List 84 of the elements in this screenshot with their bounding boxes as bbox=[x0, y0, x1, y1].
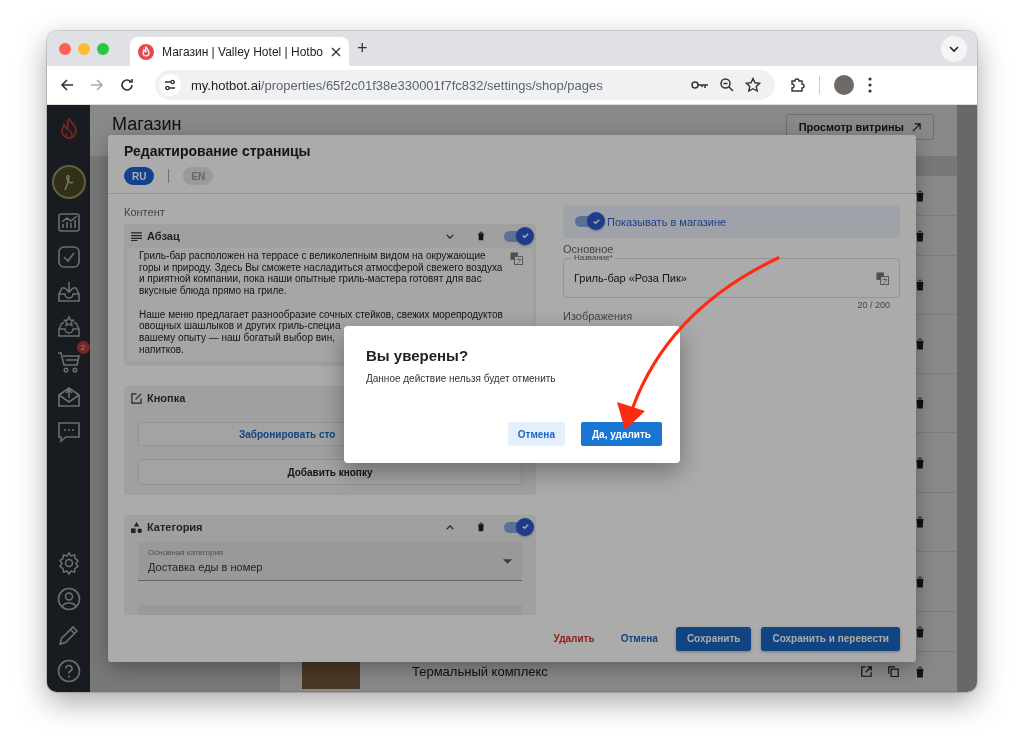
copy-icon[interactable] bbox=[888, 666, 899, 677]
close-icon[interactable] bbox=[331, 46, 342, 57]
paragraph-line: и приятной компании, пока наши опытные гриль-мастера готовят для вас bbox=[139, 273, 482, 286]
back-icon[interactable] bbox=[59, 77, 75, 93]
block-title: Кнопка bbox=[147, 392, 186, 405]
chart-icon[interactable] bbox=[56, 210, 81, 234]
check-icon bbox=[520, 522, 530, 532]
paragraph-line: горы и природу. Здесь Вы сможете насладиться атмосферой свежего воздуха bbox=[139, 261, 503, 274]
settings-icon[interactable] bbox=[56, 551, 81, 575]
site-settings-icon[interactable] bbox=[159, 74, 181, 96]
save-and-translate-button[interactable]: Сохранить и перевести bbox=[761, 626, 900, 651]
check-icon bbox=[591, 216, 601, 226]
translate-icon[interactable] bbox=[876, 271, 889, 285]
text-lines-icon bbox=[131, 231, 142, 241]
dropdown-caret-icon bbox=[503, 559, 512, 565]
trash-icon[interactable] bbox=[915, 456, 925, 469]
section-label: Контент bbox=[124, 206, 166, 218]
browser-tab[interactable]: Магазин | Valley Hotel | Hotbo bbox=[130, 37, 350, 66]
profile-avatar[interactable] bbox=[834, 75, 854, 95]
star-icon[interactable] bbox=[745, 77, 761, 93]
key-icon[interactable] bbox=[691, 79, 709, 91]
trash-icon[interactable] bbox=[477, 231, 485, 241]
cancel-button[interactable]: Отмена bbox=[507, 422, 565, 446]
trash-icon[interactable] bbox=[915, 665, 925, 678]
trash-icon[interactable] bbox=[915, 279, 925, 291]
avatar-icon[interactable] bbox=[51, 165, 86, 199]
row-title: Термальный комплекс bbox=[412, 664, 548, 679]
chevron-down-icon[interactable] bbox=[941, 35, 967, 62]
translate-icon[interactable] bbox=[510, 252, 523, 265]
reload-icon[interactable] bbox=[119, 77, 135, 93]
url-text: my.hotbot.ai/properties/65f2c01f38e330001f7fc832/settings/shop/pages bbox=[191, 77, 603, 93]
shapes-icon bbox=[131, 521, 142, 533]
trash-icon[interactable] bbox=[915, 625, 925, 638]
paragraph-line: овощных шашлыков и других гриль-специа bbox=[139, 320, 341, 332]
delete-button[interactable]: Удалить bbox=[545, 627, 603, 650]
save-button[interactable]: Сохранить bbox=[675, 626, 752, 651]
puzzle-icon[interactable] bbox=[789, 77, 805, 93]
user-icon[interactable] bbox=[56, 587, 81, 611]
mail-upload-icon[interactable] bbox=[56, 385, 81, 409]
trash-icon[interactable] bbox=[477, 522, 485, 533]
trash-icon[interactable] bbox=[915, 229, 925, 242]
flame-icon bbox=[138, 43, 154, 60]
add-button[interactable]: Добавить кнопку bbox=[138, 459, 522, 486]
paragraph-line: Наше меню предлагает разнообразие сочных стейков, свежих морепродуктов bbox=[139, 308, 503, 321]
paragraph-line: Гриль-бар расположен на террасе с великолепным видом на окружающие bbox=[139, 250, 486, 262]
paragraph-line: вкусные блюда прямо на гриле. bbox=[139, 285, 287, 297]
check-icon bbox=[520, 231, 530, 240]
trash-icon[interactable] bbox=[915, 397, 925, 409]
cart-icon[interactable] bbox=[56, 350, 81, 374]
trash-icon[interactable] bbox=[915, 575, 925, 588]
dialog-message: Данное действие нельзя будет отменить bbox=[366, 373, 556, 384]
address-bar[interactable]: my.hotbot.ai/properties/65f2c01f38e330001f7fc832/settings/shop/pages bbox=[155, 70, 775, 100]
modal-title: Редактирование страницы bbox=[124, 143, 312, 159]
block-title: Абзац bbox=[147, 230, 180, 242]
cart-count-badge: 2 bbox=[76, 341, 90, 354]
paragraph-line: напитков. bbox=[139, 343, 184, 356]
chevron-icon[interactable] bbox=[446, 233, 454, 239]
external-arrow-icon bbox=[912, 122, 921, 132]
paragraph-line: вашему опыту — наш богатый выбор вин, bbox=[139, 331, 335, 344]
chat-icon[interactable] bbox=[56, 420, 81, 444]
inbox-star-icon[interactable] bbox=[56, 315, 81, 339]
dialog-title: Вы уверены? bbox=[366, 347, 469, 364]
help-icon[interactable] bbox=[56, 659, 81, 683]
section-label: Основное bbox=[563, 243, 615, 255]
character-counter: 20 / 200 bbox=[857, 300, 890, 310]
language-chip[interactable]: RU bbox=[124, 167, 155, 185]
checkbox-icon[interactable] bbox=[56, 245, 81, 269]
chevron-icon[interactable] bbox=[446, 524, 454, 530]
menu-icon[interactable] bbox=[868, 77, 872, 93]
pencil-icon[interactable] bbox=[56, 623, 81, 647]
trash-icon[interactable] bbox=[915, 189, 925, 202]
cancel-button[interactable]: Отмена bbox=[612, 627, 666, 650]
trash-icon[interactable] bbox=[915, 338, 925, 350]
confirm-delete-button[interactable]: Да, удалить bbox=[581, 422, 662, 446]
section-label: Изображения bbox=[563, 310, 634, 322]
page-title: Магазин bbox=[112, 114, 182, 134]
category-select[interactable]: Основная категория Доставка еды в номер bbox=[138, 542, 522, 582]
new-tab-button[interactable]: + bbox=[357, 38, 368, 59]
toggle-label: Показывать в магазине bbox=[607, 215, 727, 228]
open-external-icon[interactable] bbox=[861, 666, 872, 677]
zoom-icon[interactable] bbox=[719, 77, 735, 93]
inbox-download-icon[interactable] bbox=[56, 280, 81, 304]
trash-icon[interactable] bbox=[915, 516, 925, 528]
block-title: Категория bbox=[147, 521, 203, 534]
